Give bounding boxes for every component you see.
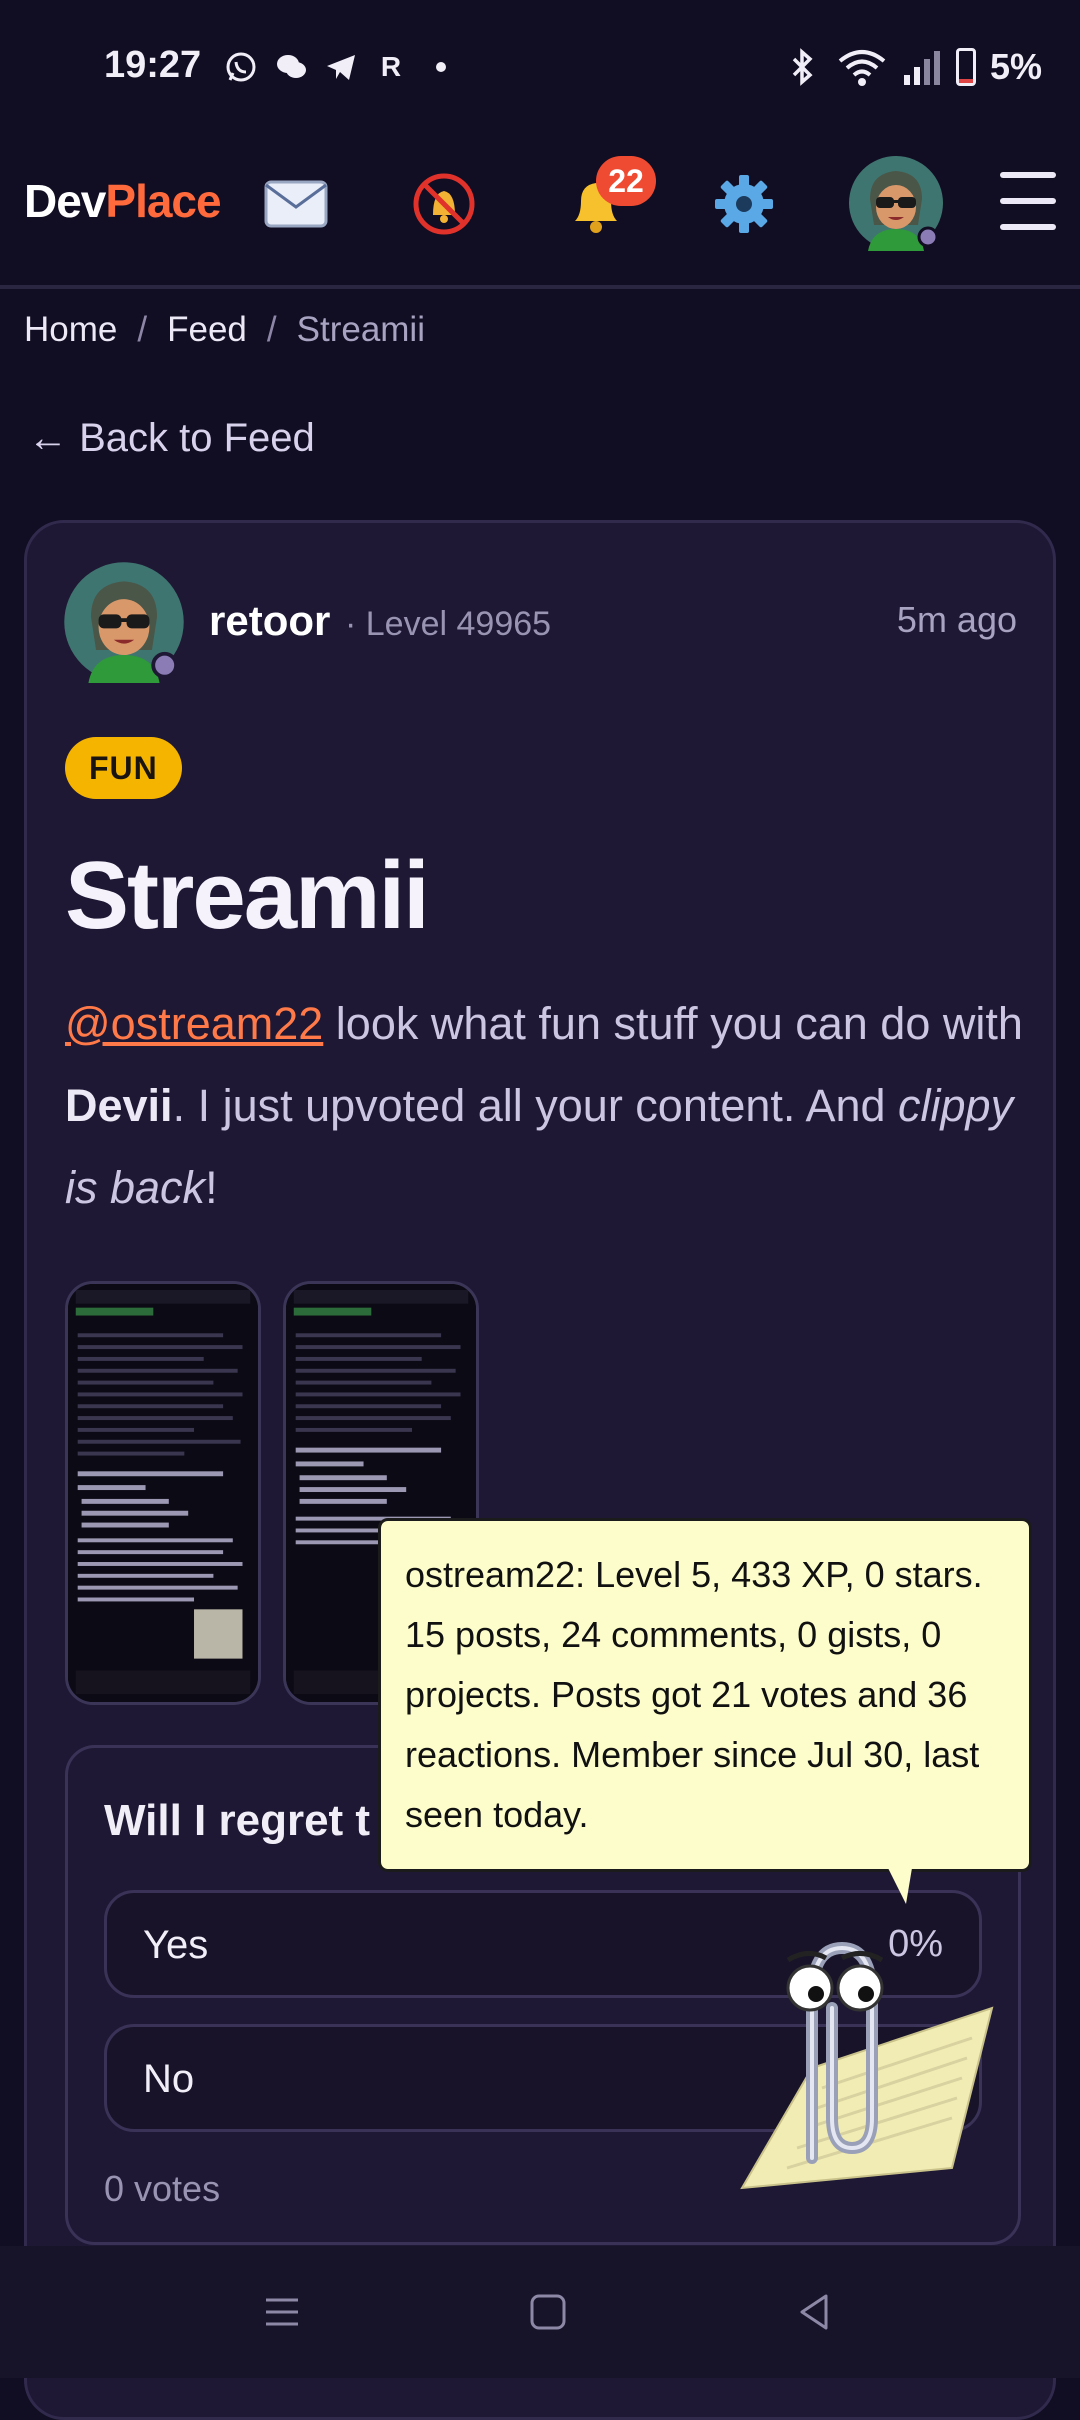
speech-bubble-tail	[888, 1868, 912, 1904]
breadcrumb: Home / Feed / Streamii	[24, 310, 425, 350]
user-avatar-button[interactable]	[848, 155, 944, 251]
signal-icon	[903, 51, 940, 85]
post-timestamp: 5m ago	[896, 599, 1017, 640]
mail-icon	[264, 180, 328, 228]
avatar	[64, 562, 184, 683]
attachment-thumbnail[interactable]	[65, 1281, 261, 1705]
clippy-assistant[interactable]	[702, 1918, 1002, 2198]
status-app-icons: R	[224, 50, 458, 84]
battery-icon	[955, 48, 976, 86]
clippy-speech-bubble: ostream22: Level 5, 433 XP, 0 stars. 15 …	[378, 1518, 1032, 1872]
user-mention-link[interactable]: @ostream22	[65, 998, 323, 1049]
breadcrumb-separator: /	[266, 310, 277, 349]
breadcrumb-home[interactable]: Home	[24, 310, 117, 350]
chat-bubbles-icon	[274, 50, 308, 84]
status-bar: 19:27 R 5%	[0, 0, 1080, 130]
screenshot-image	[68, 1284, 258, 1702]
author-avatar[interactable]	[63, 561, 185, 683]
home-button[interactable]	[516, 2280, 580, 2344]
whatsapp-icon	[224, 50, 258, 84]
logo-place: Place	[105, 175, 221, 227]
breadcrumb-current: Streamii	[296, 310, 425, 349]
home-square-icon	[530, 2294, 566, 2330]
bluetooth-icon	[792, 48, 813, 86]
status-time: 19:27	[104, 44, 202, 86]
recents-icon	[266, 2298, 298, 2326]
back-triangle-icon	[800, 2294, 828, 2330]
author-name[interactable]: retoor	[209, 597, 330, 645]
poll-vote-count: 0 votes	[104, 2168, 221, 2209]
post-text: . I just upvoted all your content. And	[172, 1080, 899, 1131]
post-body: @ostream22 look what fun stuff you can d…	[65, 983, 1025, 1229]
post-text: look what fun stuff you can do with	[323, 998, 1023, 1049]
back-button[interactable]	[782, 2280, 846, 2344]
author-level: · Level 49965	[345, 605, 552, 643]
more-dot-icon	[424, 50, 458, 84]
recents-button[interactable]	[250, 2280, 314, 2344]
hamburger-menu-icon	[1000, 172, 1056, 178]
poll-question: Will I regret t	[104, 1796, 371, 1845]
poll-option-label: Yes	[143, 1923, 209, 1967]
mute-notifications-button[interactable]	[404, 164, 484, 244]
post-tag[interactable]: FUN	[65, 737, 182, 799]
post-title: Streamii	[65, 842, 430, 949]
notifications-button[interactable]: 22	[556, 156, 656, 244]
poll-option-label: No	[143, 2057, 195, 2101]
logo-dev: Dev	[24, 175, 106, 227]
top-header: DevPlace 22	[0, 130, 1080, 289]
system-navigation-bar	[0, 2246, 1080, 2378]
devplace-logo[interactable]: DevPlace	[24, 174, 222, 228]
avatar	[849, 156, 943, 251]
wifi-icon	[838, 50, 886, 86]
telegram-icon	[324, 50, 358, 84]
back-to-feed-link[interactable]: ← Back to Feed	[28, 416, 315, 461]
status-right: 5%	[782, 46, 1042, 88]
hamburger-menu-button[interactable]	[1000, 172, 1056, 234]
breadcrumb-separator: /	[137, 310, 148, 349]
battery-percent: 5%	[989, 46, 1042, 87]
post-text: !	[205, 1162, 218, 1213]
settings-button[interactable]	[704, 164, 784, 244]
gear-icon	[715, 175, 773, 233]
notification-badge: 22	[596, 156, 656, 206]
r-app-icon: R	[380, 51, 402, 82]
clippy-icon	[740, 1941, 994, 2190]
breadcrumb-feed[interactable]: Feed	[167, 310, 247, 350]
post-bold-text: Devii	[65, 1080, 173, 1131]
messages-button[interactable]	[256, 164, 336, 244]
muted-bell-icon	[413, 173, 475, 235]
